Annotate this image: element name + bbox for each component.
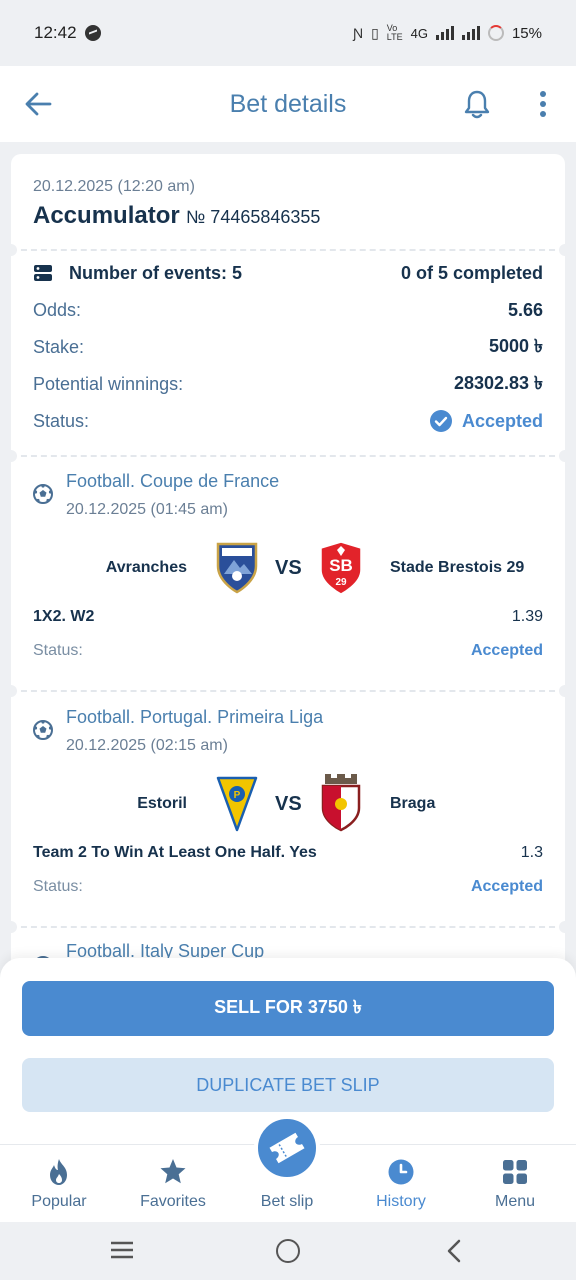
events-list-icon xyxy=(34,265,52,281)
stake-label: Stake: xyxy=(33,336,85,357)
event-market: Team 2 To Win At Least One Half. Yes xyxy=(33,844,317,861)
battery-icon xyxy=(487,25,504,41)
status-bar: 12:42 Ɲ ▯ Vo LTE 4G 15% xyxy=(0,0,576,66)
brest-crest-icon: SB 29 xyxy=(320,541,362,595)
nav-label: Bet slip xyxy=(260,1193,314,1210)
braga-crest-icon xyxy=(321,774,361,832)
bet-number: № 74465846355 xyxy=(186,207,321,227)
event-item[interactable]: Football. Portugal. Primeira Liga 20.12.… xyxy=(11,692,565,926)
estoril-crest-icon: P xyxy=(216,776,258,832)
status-value: Accepted xyxy=(461,410,543,431)
winnings-row: Potential winnings: 28302.83 ৳ xyxy=(33,371,543,397)
home-team: Estoril xyxy=(137,795,187,812)
nav-history[interactable]: History xyxy=(346,1145,456,1223)
ticket-icon xyxy=(269,1132,305,1164)
bet-type: Accumulator xyxy=(33,202,180,229)
nav-favorites[interactable]: Favorites xyxy=(118,1145,228,1223)
event-odd: 1.39 xyxy=(511,608,543,625)
nav-label: History xyxy=(376,1193,426,1210)
vs-label: VS xyxy=(275,793,302,815)
status-label: Status: xyxy=(33,410,90,431)
divider xyxy=(11,249,565,251)
nav-menu[interactable]: Menu xyxy=(460,1145,570,1223)
grid-icon xyxy=(503,1160,527,1184)
recent-apps-icon[interactable] xyxy=(110,1241,134,1259)
nav-label: Popular xyxy=(31,1193,87,1210)
nav-label: Menu xyxy=(494,1193,536,1210)
events-completed: 0 of 5 completed xyxy=(400,262,543,283)
event-league: Football. Portugal. Primeira Liga xyxy=(66,707,324,727)
network-type: 4G xyxy=(410,25,428,41)
flame-icon xyxy=(50,1159,67,1185)
stake-value: 5000 ৳ xyxy=(488,335,543,356)
signal-icon xyxy=(435,26,454,40)
event-odd: 1.3 xyxy=(520,844,543,861)
signal-2-icon xyxy=(461,26,480,40)
svg-text:SB: SB xyxy=(329,556,353,575)
event-market: 1X2. W2 xyxy=(33,608,95,625)
check-circle-icon xyxy=(429,410,452,432)
winnings-label: Potential winnings: xyxy=(33,373,184,394)
nav-popular[interactable]: Popular xyxy=(4,1145,114,1223)
bell-icon[interactable] xyxy=(462,88,492,120)
notch-right xyxy=(559,244,565,256)
duplicate-bet-slip-button[interactable]: DUPLICATE BET SLIP xyxy=(22,1058,554,1112)
odds-value: 5.66 xyxy=(507,299,543,320)
nfc-icon: Ɲ xyxy=(352,25,364,41)
back-arrow-icon[interactable] xyxy=(22,88,54,120)
vs-label: VS xyxy=(275,557,302,579)
avranches-crest-icon xyxy=(216,542,258,594)
events-count: Number of events: 5 xyxy=(69,262,243,283)
vibrate-icon: ▯ xyxy=(371,24,379,41)
odds-label: Odds: xyxy=(33,299,82,320)
home-icon[interactable] xyxy=(276,1239,300,1263)
nav-label: Favorites xyxy=(140,1193,206,1210)
system-back-icon[interactable] xyxy=(444,1239,464,1263)
svg-text:P: P xyxy=(234,790,241,801)
svg-text:29: 29 xyxy=(335,577,347,588)
status-accepted: Accepted xyxy=(429,410,543,432)
event-date: 20.12.2025 (02:15 am) xyxy=(66,737,228,754)
star-icon xyxy=(160,1159,186,1184)
stake-row: Stake: 5000 ৳ xyxy=(33,334,543,360)
bet-date: 20.12.2025 (12:20 am) xyxy=(33,178,195,195)
events-label-wrap: Number of events: 5 xyxy=(33,263,242,284)
status-row: Status: Accepted xyxy=(33,407,543,435)
event-status-value: Accepted xyxy=(470,642,543,659)
app-header: Bet details xyxy=(0,66,576,142)
messenger-icon xyxy=(84,25,101,41)
winnings-value: 28302.83 ৳ xyxy=(453,372,543,393)
event-status-label: Status: xyxy=(33,642,83,659)
away-team: Braga xyxy=(390,795,436,812)
clock-icon xyxy=(388,1159,414,1185)
odds-row: Odds: 5.66 xyxy=(33,297,543,323)
volte-icon: Vo LTE xyxy=(386,23,403,42)
event-date: 20.12.2025 (01:45 am) xyxy=(66,501,228,518)
events-row: Number of events: 5 0 of 5 completed xyxy=(33,260,543,286)
status-time: 12:42 xyxy=(34,23,77,42)
football-icon xyxy=(33,720,53,740)
system-nav-bar xyxy=(0,1222,576,1280)
battery-level: 15% xyxy=(511,24,542,42)
bet-slip-fab[interactable] xyxy=(254,1115,320,1181)
event-status-value: Accepted xyxy=(470,878,543,895)
event-league: Football. Coupe de France xyxy=(66,471,280,491)
event-item[interactable]: Football. Coupe de France 20.12.2025 (01… xyxy=(11,456,565,690)
home-team: Avranches xyxy=(105,559,187,576)
football-icon xyxy=(33,484,53,504)
sell-button[interactable]: SELL FOR 3750 ৳ xyxy=(22,981,554,1036)
away-team: Stade Brestois 29 xyxy=(390,559,525,576)
more-vert-icon[interactable] xyxy=(536,90,550,120)
notch-left xyxy=(11,244,17,256)
event-status-label: Status: xyxy=(33,878,83,895)
